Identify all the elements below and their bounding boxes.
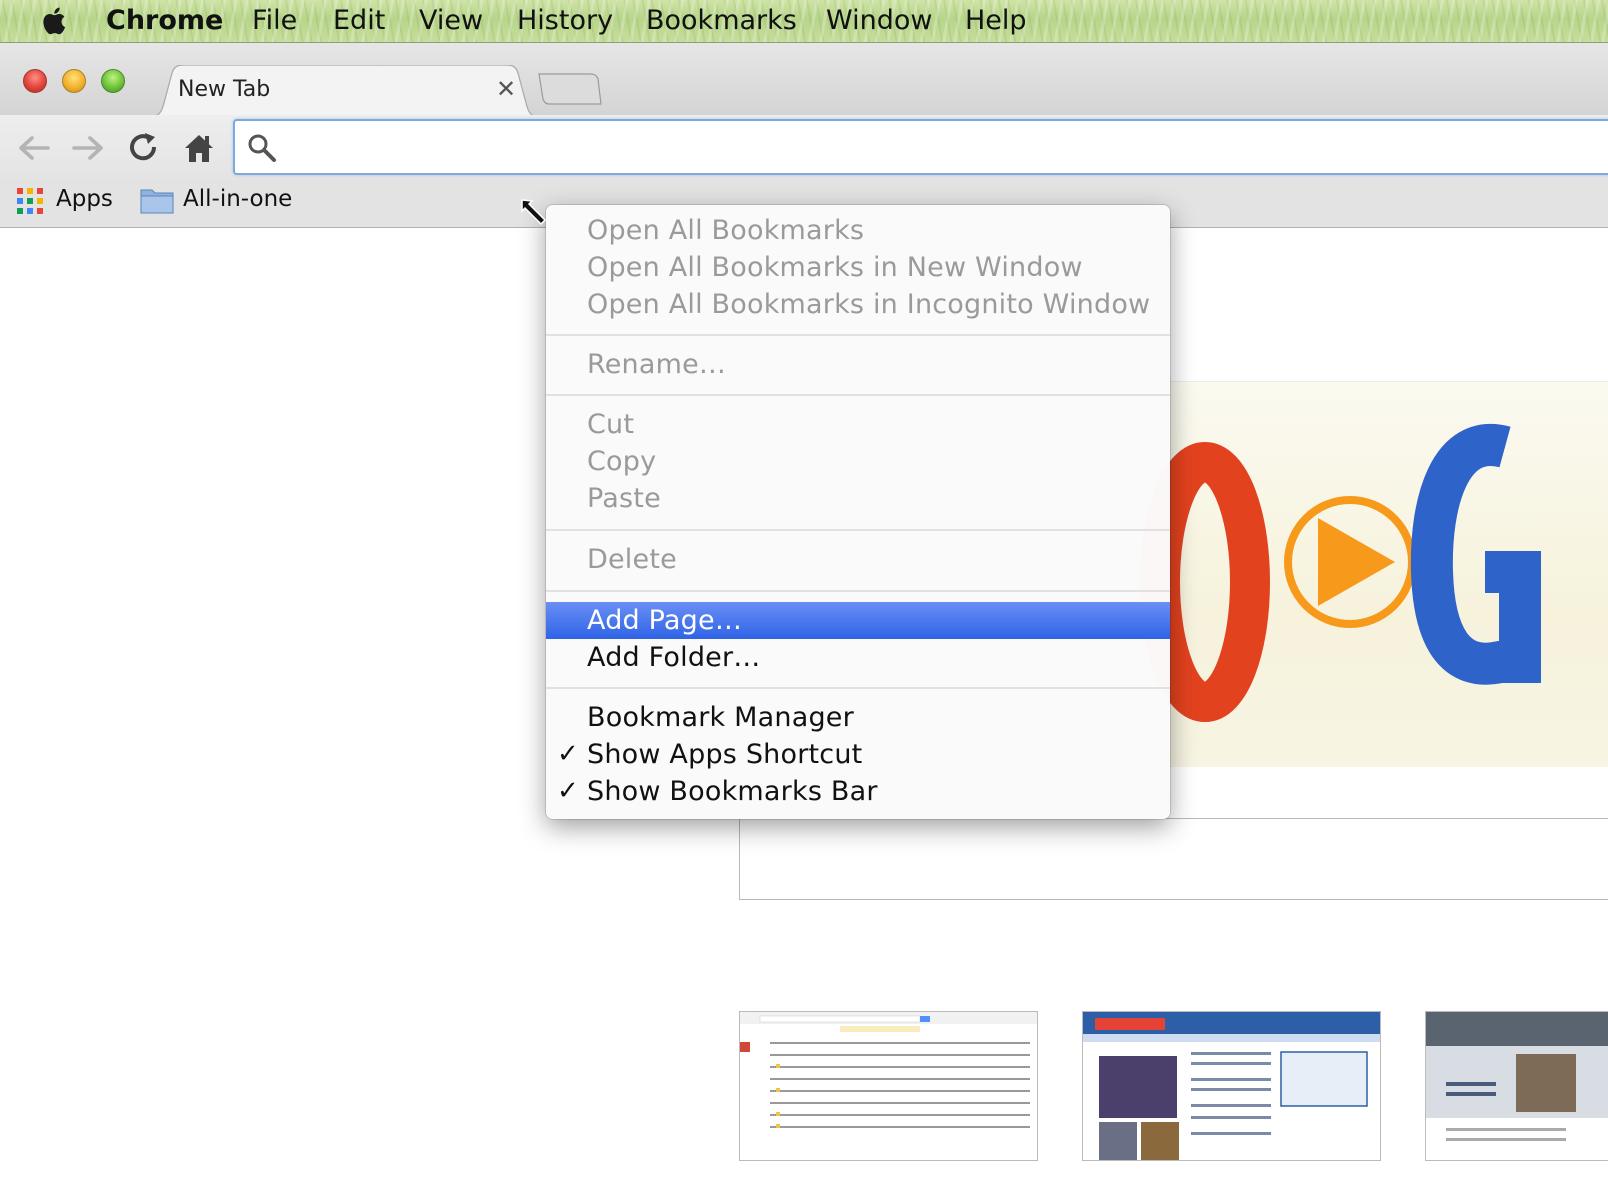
menu-bar-wallpaper (0, 0, 1608, 42)
menu-rename[interactable]: Rename… (546, 346, 1170, 383)
menu-separator (546, 529, 1170, 531)
forward-arrow-icon[interactable] (71, 131, 105, 165)
mouse-pointer-icon (521, 199, 547, 226)
menu-paste[interactable]: Paste (546, 480, 1170, 517)
menu-view[interactable]: View (419, 5, 483, 37)
home-icon[interactable] (182, 131, 216, 165)
new-tab-button[interactable] (537, 72, 603, 106)
reload-icon[interactable] (127, 131, 161, 165)
menu-history[interactable]: History (517, 5, 613, 37)
apps-grid-icon (17, 188, 43, 214)
google-search-box[interactable] (739, 818, 1608, 900)
folder-icon (140, 189, 174, 214)
menu-copy[interactable]: Copy (546, 443, 1170, 480)
thumbnail-corporate-preview (1426, 1012, 1608, 1141)
window-zoom-button[interactable] (101, 69, 125, 93)
menu-cut[interactable]: Cut (546, 406, 1170, 443)
menu-separator (546, 687, 1170, 689)
menu-separator (546, 394, 1170, 396)
bookmarks-context-menu: Open All Bookmarks Open All Bookmarks in… (546, 205, 1170, 819)
menu-window[interactable]: Window (826, 5, 932, 37)
menu-show-bookmarks-bar[interactable]: ✓ Show Bookmarks Bar (546, 773, 1170, 810)
menu-separator (546, 590, 1170, 592)
tab-title: New Tab (178, 77, 271, 102)
checkmark-icon: ✓ (557, 739, 579, 769)
search-icon (248, 134, 276, 162)
menu-add-page[interactable]: Add Page… (546, 602, 1170, 639)
menu-bookmark-manager[interactable]: Bookmark Manager (546, 699, 1170, 736)
menu-show-apps-shortcut-label: Show Apps Shortcut (587, 739, 863, 770)
menu-separator (546, 334, 1170, 336)
most-visited-thumbnail-3[interactable] (1425, 1011, 1608, 1161)
menu-chrome[interactable]: Chrome (106, 5, 223, 37)
menu-bookmarks[interactable]: Bookmarks (646, 5, 797, 37)
window-minimize-button[interactable] (62, 69, 86, 93)
menu-help[interactable]: Help (965, 5, 1027, 37)
menu-file[interactable]: File (252, 5, 297, 37)
menu-edit[interactable]: Edit (333, 5, 385, 37)
apps-shortcut[interactable]: Apps (56, 186, 113, 212)
menu-add-folder[interactable]: Add Folder… (546, 639, 1170, 676)
most-visited-thumbnail-1[interactable] (739, 1011, 1038, 1161)
window-close-button[interactable] (23, 69, 47, 93)
menu-show-apps-shortcut[interactable]: ✓ Show Apps Shortcut (546, 736, 1170, 773)
tab-strip: New Tab ✕ (0, 43, 1608, 117)
thumbnail-news-preview (1083, 1012, 1380, 1160)
thumbnail-mail-preview (740, 1012, 1037, 1128)
browser-toolbar (0, 115, 1608, 179)
menu-show-bookmarks-bar-label: Show Bookmarks Bar (587, 776, 878, 807)
menu-delete[interactable]: Delete (546, 541, 1170, 578)
bookmark-folder-all-in-one[interactable]: All-in-one (183, 186, 292, 212)
macos-menu-bar: Chrome File Edit View History Bookmarks … (0, 0, 1608, 43)
menu-open-all-incognito[interactable]: Open All Bookmarks in Incognito Window (546, 286, 1170, 323)
checkmark-icon: ✓ (557, 776, 579, 806)
most-visited-thumbnail-2[interactable] (1082, 1011, 1381, 1161)
tab-close-icon[interactable]: ✕ (496, 75, 516, 103)
menu-open-all-new-window[interactable]: Open All Bookmarks in New Window (546, 249, 1170, 286)
menu-open-all-bookmarks[interactable]: Open All Bookmarks (546, 212, 1170, 249)
tab-new-tab[interactable]: New Tab ✕ (148, 65, 540, 117)
back-arrow-icon[interactable] (17, 131, 51, 165)
apple-icon[interactable] (38, 4, 72, 38)
omnibox-input[interactable] (233, 119, 1608, 175)
